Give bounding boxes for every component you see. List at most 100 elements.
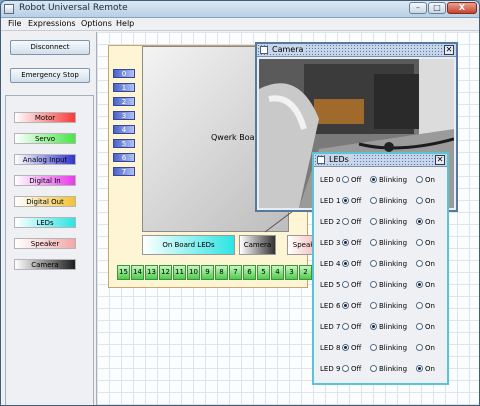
- led-radio-off[interactable]: [342, 344, 349, 351]
- led-option-label: Blinking: [379, 239, 408, 247]
- tool-speaker[interactable]: Speaker: [14, 238, 76, 249]
- led-row: LED 0 Off Blinking On: [318, 174, 446, 188]
- led-option-label: On: [425, 239, 435, 247]
- led-option-label: On: [425, 302, 435, 310]
- led-name: LED 3: [320, 239, 341, 247]
- tool-leds[interactable]: LEDs: [14, 217, 76, 228]
- led-option-label: On: [425, 281, 435, 289]
- led-row: LED 3 Off Blinking On: [318, 237, 446, 251]
- led-name: LED 0: [320, 176, 341, 184]
- led-radio-on[interactable]: [416, 281, 423, 288]
- led-radio-off[interactable]: [342, 260, 349, 267]
- led-radio-off[interactable]: [342, 302, 349, 309]
- close-button[interactable]: X: [447, 2, 477, 14]
- menu-file[interactable]: File: [8, 19, 21, 28]
- leds-window[interactable]: LEDs ✕ LED 0 Off Blinking On LED 1 Off Blinkin…: [312, 152, 449, 385]
- camera-window-titlebar[interactable]: Camera ✕: [257, 44, 456, 57]
- led-option-label: On: [425, 218, 435, 226]
- led-name: LED 7: [320, 323, 341, 331]
- maximize-button[interactable]: □: [428, 2, 446, 14]
- led-radio-blinking[interactable]: [370, 302, 377, 309]
- led-row: LED 4 Off Blinking On: [318, 258, 446, 272]
- led-name: LED 4: [320, 260, 341, 268]
- led-row: LED 6 Off Blinking On: [318, 300, 446, 314]
- tool-servo[interactable]: Servo: [14, 133, 76, 144]
- led-radio-on[interactable]: [416, 197, 423, 204]
- led-option-label: On: [425, 176, 435, 184]
- tool-digital-in[interactable]: Digital In: [14, 175, 76, 186]
- led-radio-on[interactable]: [416, 218, 423, 225]
- minimize-button[interactable]: –: [409, 2, 427, 14]
- leds-window-close-icon[interactable]: ✕: [435, 155, 445, 165]
- led-option-label: Blinking: [379, 176, 408, 184]
- led-radio-off[interactable]: [342, 239, 349, 246]
- led-radio-blinking[interactable]: [370, 260, 377, 267]
- led-option-label: Off: [351, 302, 362, 310]
- tool-motor[interactable]: Motor: [14, 112, 76, 123]
- led-radio-on[interactable]: [416, 323, 423, 330]
- led-radio-off[interactable]: [342, 218, 349, 225]
- led-option-label: Off: [351, 260, 362, 268]
- led-row: LED 1 Off Blinking On: [318, 195, 446, 209]
- led-radio-blinking[interactable]: [370, 365, 377, 372]
- led-radio-off[interactable]: [342, 323, 349, 330]
- main-window: Robot Universal Remote – □ X File Expres…: [0, 0, 480, 406]
- led-option-label: On: [425, 344, 435, 352]
- led-radio-blinking[interactable]: [370, 239, 377, 246]
- led-option-label: Blinking: [379, 197, 408, 205]
- device-palette: Motor Servo Analog Input Digital In Digi…: [5, 95, 94, 405]
- menu-help[interactable]: Help: [116, 19, 134, 28]
- led-radio-on[interactable]: [416, 176, 423, 183]
- led-option-label: Off: [351, 197, 362, 205]
- menu-options[interactable]: Options: [81, 19, 112, 28]
- led-radio-on[interactable]: [416, 260, 423, 267]
- led-radio-on[interactable]: [416, 344, 423, 351]
- tool-camera[interactable]: Camera: [14, 259, 76, 270]
- led-option-label: Off: [351, 323, 362, 331]
- led-radio-off[interactable]: [342, 197, 349, 204]
- led-name: LED 9: [320, 365, 341, 373]
- led-row: LED 5 Off Blinking On: [318, 279, 446, 293]
- led-radio-on[interactable]: [416, 239, 423, 246]
- led-radio-blinking[interactable]: [370, 323, 377, 330]
- led-option-label: Blinking: [379, 281, 408, 289]
- led-option-label: Off: [351, 239, 362, 247]
- led-option-label: Blinking: [379, 260, 408, 268]
- tool-digital-out[interactable]: Digital Out: [14, 196, 76, 207]
- led-row: LED 2 Off Blinking On: [318, 216, 446, 230]
- led-option-label: Off: [351, 344, 362, 352]
- emergency-stop-button[interactable]: Emergency Stop: [10, 68, 90, 83]
- leds-window-titlebar[interactable]: LEDs ✕: [314, 154, 447, 167]
- led-name: LED 1: [320, 197, 341, 205]
- tool-analog-input[interactable]: Analog Input: [14, 154, 76, 165]
- led-row: LED 7 Off Blinking On: [318, 321, 446, 335]
- led-radio-blinking[interactable]: [370, 281, 377, 288]
- leds-window-icon: [317, 156, 325, 164]
- led-radio-blinking[interactable]: [370, 197, 377, 204]
- led-radio-on[interactable]: [416, 365, 423, 372]
- led-radio-blinking[interactable]: [370, 344, 377, 351]
- menu-expressions[interactable]: Expressions: [28, 19, 76, 28]
- led-option-label: Blinking: [379, 365, 408, 373]
- camera-window-title: Camera: [269, 45, 307, 54]
- led-radio-blinking[interactable]: [370, 218, 377, 225]
- led-radio-off[interactable]: [342, 281, 349, 288]
- led-option-label: On: [425, 197, 435, 205]
- led-option-label: On: [425, 260, 435, 268]
- camera-window-icon: [260, 46, 268, 54]
- led-option-label: On: [425, 365, 435, 373]
- led-option-label: Blinking: [379, 323, 408, 331]
- led-option-label: Off: [351, 176, 362, 184]
- window-title: Robot Universal Remote: [19, 3, 128, 13]
- camera-window-close-icon[interactable]: ✕: [444, 45, 454, 55]
- led-radio-off[interactable]: [342, 176, 349, 183]
- led-row: LED 8 Off Blinking On: [318, 342, 446, 356]
- led-name: LED 6: [320, 302, 341, 310]
- title-bar[interactable]: Robot Universal Remote – □ X: [1, 1, 479, 18]
- disconnect-button[interactable]: Disconnect: [10, 40, 90, 55]
- led-radio-off[interactable]: [342, 365, 349, 372]
- led-radio-on[interactable]: [416, 302, 423, 309]
- led-option-label: Off: [351, 218, 362, 226]
- led-name: LED 2: [320, 218, 341, 226]
- led-radio-blinking[interactable]: [370, 176, 377, 183]
